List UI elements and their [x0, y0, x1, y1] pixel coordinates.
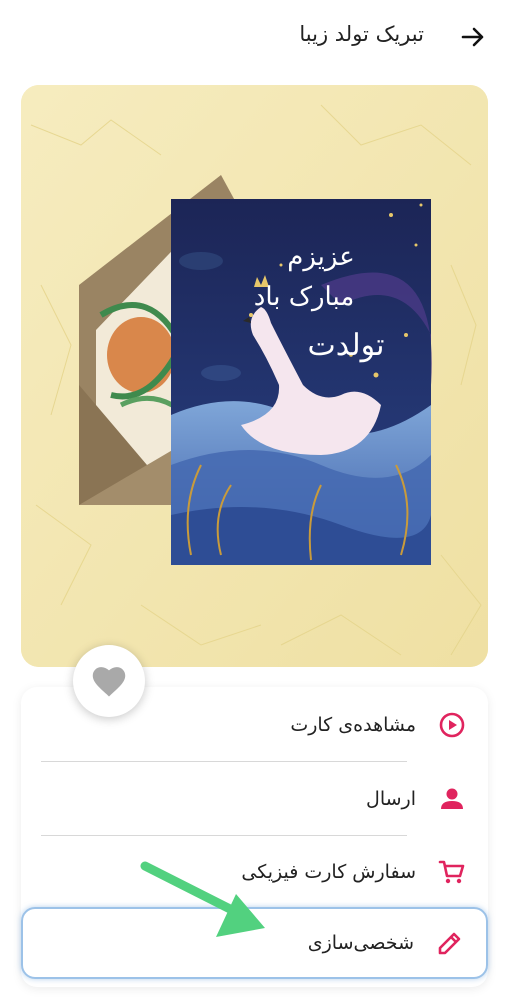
greeting-card: عزیزم مبارک باد تولدت: [171, 199, 432, 565]
view-card-label: مشاهده‌ی کارت: [290, 714, 416, 736]
cart-icon: [438, 860, 465, 884]
person-icon: [441, 788, 463, 809]
personalize-label: شخصی‌سازی: [307, 932, 414, 954]
card-preview: عزیزم مبارک باد تولدت: [21, 85, 488, 667]
card-illustration: عزیزم مبارک باد تولدت: [21, 85, 488, 667]
arrow-right-icon[interactable]: [460, 24, 486, 50]
order-physical-card-item[interactable]: سفارش کارت فیزیکی: [21, 836, 488, 908]
card-text-line1: عزیزم: [287, 242, 355, 272]
order-physical-card-label: سفارش کارت فیزیکی: [241, 861, 416, 883]
pencil-icon: [438, 932, 461, 955]
heart-icon: [92, 667, 126, 697]
divider: [41, 761, 407, 762]
action-menu: مشاهده‌ی کارت ارسال سفارش کارت فیزیکی شخ…: [21, 687, 488, 987]
card-text-line2: مبارک باد: [254, 282, 355, 312]
page-title: تبریک تولد زیبا: [299, 22, 424, 46]
top-bar: تبریک تولد زیبا: [0, 0, 508, 78]
card-text-line3: تولدت: [308, 328, 385, 363]
play-circle-icon: [439, 712, 465, 738]
send-item[interactable]: ارسال: [21, 763, 488, 835]
personalize-item[interactable]: شخصی‌سازی: [21, 907, 488, 979]
favorite-button[interactable]: [73, 645, 145, 717]
send-label: ارسال: [366, 788, 416, 810]
